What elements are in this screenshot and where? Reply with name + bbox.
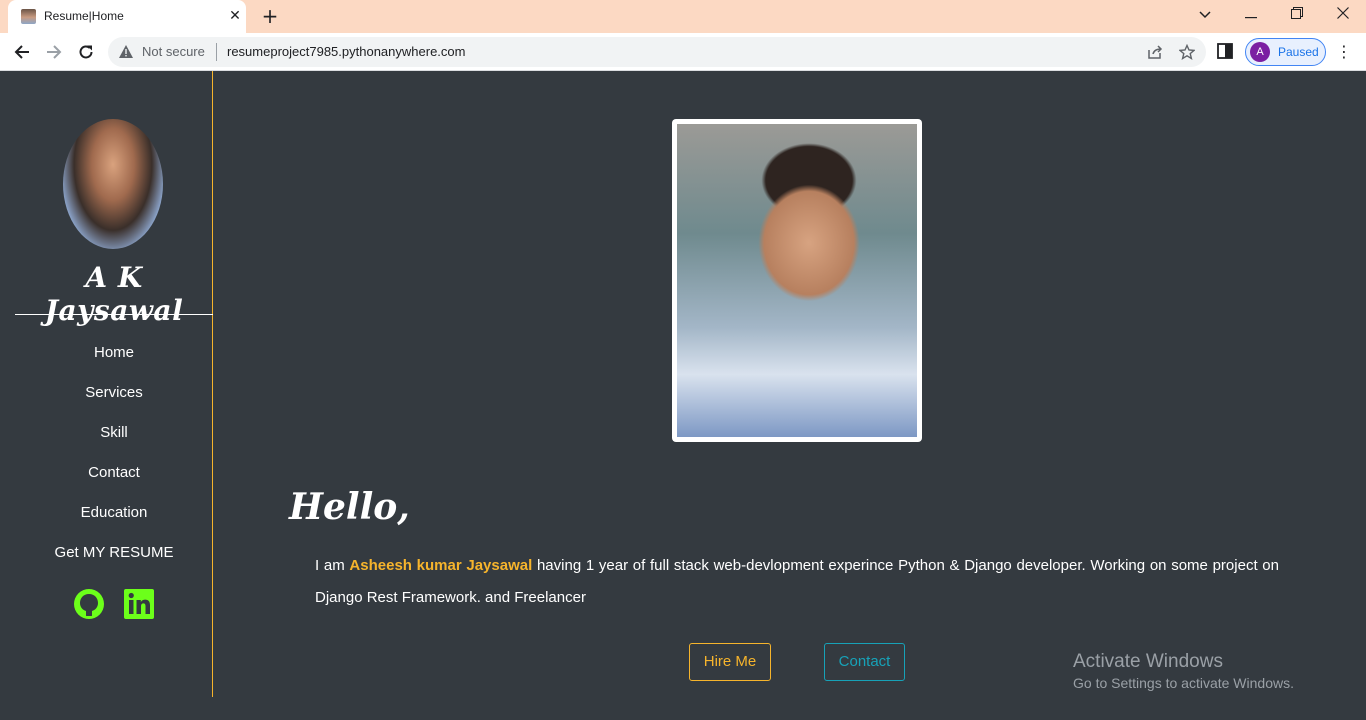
minimize-icon[interactable] [1228, 0, 1274, 30]
window-close-icon[interactable] [1320, 0, 1366, 30]
tab-strip: Resume|Home ✕ + [0, 0, 1366, 33]
close-icon[interactable]: ✕ [226, 7, 244, 25]
hero-photo-image [677, 124, 917, 437]
intro-paragraph: I am Asheesh kumar Jaysawal having 1 yea… [315, 550, 1279, 614]
windows-activation-watermark: Activate Windows Go to Settings to activ… [1073, 651, 1294, 691]
watermark-title: Activate Windows [1073, 651, 1223, 672]
url-text[interactable]: resumeproject7985.pythonanywhere.com [227, 44, 465, 59]
profile-button[interactable]: A Paused [1245, 38, 1326, 66]
profile-name: A K Jaysawal [44, 261, 184, 327]
nav-contact[interactable]: Contact [15, 463, 213, 503]
greeting-heading: Hello, [289, 486, 410, 528]
nav-skill[interactable]: Skill [15, 423, 213, 463]
profile-photo [63, 119, 163, 249]
menu-icon[interactable]: ⋮ [1334, 42, 1354, 62]
profile-status: Paused [1278, 45, 1319, 59]
nav-get-resume[interactable]: Get MY RESUME [15, 543, 213, 583]
watermark-subtitle: Go to Settings to activate Windows. [1073, 675, 1294, 691]
intro-name: Asheesh kumar Jaysawal [349, 557, 533, 574]
favicon-icon [21, 9, 36, 24]
nav-home[interactable]: Home [15, 343, 213, 383]
tab-resume-home[interactable]: Resume|Home ✕ [8, 0, 246, 33]
divider [15, 314, 213, 315]
sidebar: A K Jaysawal Home Services Skill Contact… [0, 71, 213, 697]
nav-education[interactable]: Education [15, 503, 213, 543]
linkedin-icon[interactable] [123, 588, 155, 620]
nav-services[interactable]: Services [15, 383, 213, 423]
github-icon[interactable] [73, 588, 105, 620]
side-panel-icon[interactable] [1217, 43, 1233, 63]
hire-me-button[interactable]: Hire Me [689, 643, 771, 681]
share-icon[interactable] [1146, 43, 1164, 61]
security-label[interactable]: Not secure [142, 44, 205, 59]
forward-icon[interactable] [41, 39, 67, 65]
restore-icon[interactable] [1274, 0, 1320, 30]
address-bar[interactable]: Not secure resumeproject7985.pythonanywh… [108, 37, 1206, 67]
sidebar-nav: Home Services Skill Contact Education Ge… [15, 343, 213, 583]
divider [216, 43, 217, 61]
page-content: A K Jaysawal Home Services Skill Contact… [0, 71, 1366, 720]
contact-button[interactable]: Contact [824, 643, 905, 681]
social-links [73, 588, 155, 620]
reload-icon[interactable] [73, 39, 99, 65]
browser-toolbar: Not secure resumeproject7985.pythonanywh… [0, 33, 1366, 71]
hero-photo [672, 119, 922, 442]
tab-search-icon[interactable] [1182, 0, 1228, 30]
back-icon[interactable] [9, 39, 35, 65]
intro-prefix: I am [315, 557, 350, 574]
avatar: A [1250, 42, 1270, 62]
tab-title: Resume|Home [44, 9, 124, 23]
warning-icon[interactable] [118, 44, 134, 63]
new-tab-icon[interactable]: + [258, 4, 282, 28]
bookmark-star-icon[interactable] [1178, 43, 1196, 61]
